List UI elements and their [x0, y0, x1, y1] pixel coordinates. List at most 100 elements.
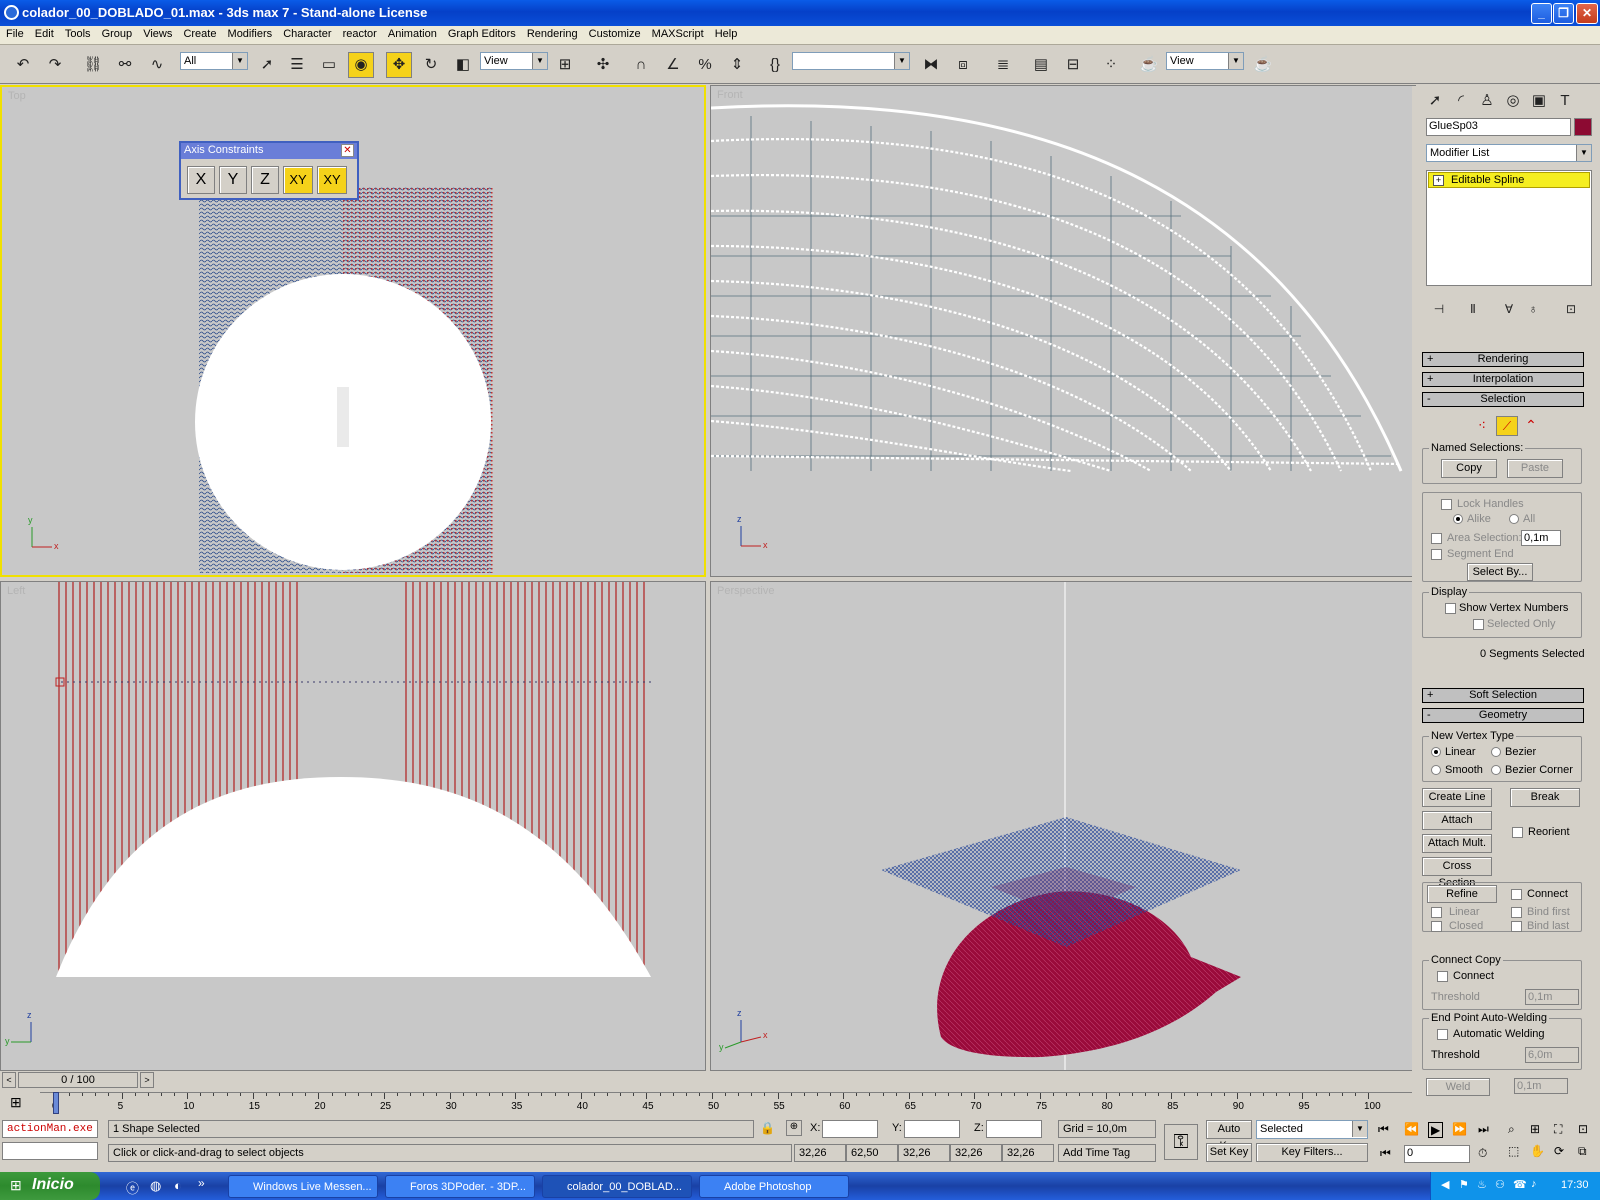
- angle-snap-icon[interactable]: ∠: [660, 52, 686, 78]
- maxscript-listener[interactable]: actionMan.exe: [2, 1120, 98, 1138]
- motion-tab-icon[interactable]: ◎: [1500, 88, 1526, 114]
- edit-named-selection-icon[interactable]: {}: [762, 52, 788, 78]
- trackbar-icon[interactable]: ⊞: [10, 1094, 32, 1114]
- vertex-level-icon[interactable]: ⁖: [1472, 418, 1492, 436]
- make-unique-icon[interactable]: ∀: [1496, 296, 1522, 322]
- curve-editor-icon[interactable]: ▤: [1028, 52, 1054, 78]
- selection-filter-dropdown[interactable]: All ▼: [180, 52, 248, 70]
- maximize-viewport-icon[interactable]: ⧉: [1578, 1144, 1587, 1159]
- unlink-icon[interactable]: ⚯: [112, 52, 138, 78]
- weld-button[interactable]: Weld: [1426, 1078, 1490, 1096]
- utilities-tab-icon[interactable]: T: [1552, 88, 1578, 114]
- show-end-result-icon[interactable]: Ⅱ: [1460, 296, 1486, 322]
- material-editor-icon[interactable]: ⁘: [1098, 52, 1124, 78]
- go-to-end-icon[interactable]: ⏭: [1478, 1122, 1489, 1137]
- zoom-extents-icon[interactable]: ⛶: [1554, 1122, 1562, 1137]
- time-marker[interactable]: [53, 1092, 59, 1114]
- select-object-icon[interactable]: ➚: [254, 52, 280, 78]
- region-zoom-icon[interactable]: ⬚: [1508, 1144, 1519, 1158]
- menu-tools[interactable]: Tools: [59, 26, 91, 40]
- key-filters-button[interactable]: Key Filters...: [1256, 1143, 1368, 1162]
- axis-xy-flyout-button[interactable]: XY: [317, 166, 347, 194]
- auto-key-button[interactable]: Auto Key: [1206, 1120, 1252, 1152]
- rectangular-selection-icon[interactable]: ▭: [316, 52, 342, 78]
- all-radio[interactable]: [1509, 514, 1519, 524]
- rollout-interpolation[interactable]: + Interpolation: [1422, 372, 1584, 387]
- window-crossing-icon[interactable]: ◉: [348, 52, 374, 78]
- connect-threshold-spinner[interactable]: 0,1m: [1525, 989, 1579, 1005]
- tray-icon-1[interactable]: ◀: [1441, 1178, 1449, 1191]
- bind-first-checkbox[interactable]: [1511, 907, 1522, 918]
- bind-last-checkbox[interactable]: [1511, 921, 1522, 932]
- modifier-stack[interactable]: + Editable Spline: [1426, 170, 1592, 286]
- layer-manager-icon[interactable]: ≣: [990, 52, 1016, 78]
- menu-character[interactable]: Character: [277, 26, 331, 40]
- menu-create[interactable]: Create: [177, 26, 216, 40]
- zoom-all-icon[interactable]: ⊞: [1530, 1122, 1540, 1136]
- segment-end-checkbox[interactable]: [1431, 549, 1442, 560]
- create-tab-icon[interactable]: ➚: [1422, 88, 1448, 114]
- zoom-extents-all-icon[interactable]: ⊡: [1578, 1122, 1588, 1136]
- bind-to-space-warp-icon[interactable]: ∿: [144, 52, 170, 78]
- break-button[interactable]: Break: [1510, 788, 1580, 807]
- next-frame-icon[interactable]: ⏩: [1452, 1122, 1467, 1136]
- time-slider[interactable]: 0 / 100: [18, 1072, 138, 1088]
- viewport-front[interactable]: Front z x: [710, 85, 1416, 577]
- percent-snap-icon[interactable]: %: [692, 52, 718, 78]
- current-frame-field[interactable]: 0: [1404, 1145, 1470, 1163]
- x-coordinate-field[interactable]: [822, 1120, 878, 1138]
- render-type-dropdown[interactable]: View ▼: [1166, 52, 1244, 70]
- reference-coordinate-dropdown[interactable]: View ▼: [480, 52, 548, 70]
- connect-copy-checkbox[interactable]: [1437, 971, 1448, 982]
- set-key-button[interactable]: Set Key: [1206, 1143, 1252, 1162]
- quick-render-icon[interactable]: ☕: [1250, 52, 1276, 78]
- weld-spinner[interactable]: 0,1m: [1514, 1078, 1568, 1094]
- tray-icon-3[interactable]: ♨: [1477, 1178, 1487, 1191]
- axis-xy-button[interactable]: XY: [283, 166, 313, 194]
- schematic-view-icon[interactable]: ⊟: [1060, 52, 1086, 78]
- task-photoshop[interactable]: Adobe Photoshop: [699, 1175, 849, 1198]
- axis-constraints-close-icon[interactable]: ✕: [341, 144, 354, 157]
- connect-checkbox[interactable]: [1511, 889, 1522, 900]
- stack-item-editable-spline[interactable]: + Editable Spline: [1428, 172, 1590, 188]
- lock-selection-icon[interactable]: 🔒: [760, 1121, 775, 1135]
- time-configuration-icon[interactable]: ⏱: [1478, 1146, 1487, 1161]
- refine-button[interactable]: Refine: [1427, 885, 1497, 903]
- menu-group[interactable]: Group: [96, 26, 133, 40]
- select-and-rotate-icon[interactable]: ↻: [418, 52, 444, 78]
- tray-icon-4[interactable]: ⚇: [1495, 1178, 1505, 1191]
- show-vertex-numbers-checkbox[interactable]: [1445, 603, 1456, 614]
- select-and-link-icon[interactable]: ⛓: [80, 52, 106, 78]
- select-and-scale-icon[interactable]: ◧: [450, 52, 476, 78]
- select-by-name-icon[interactable]: ☰: [284, 52, 310, 78]
- reorient-checkbox[interactable]: [1512, 827, 1523, 838]
- time-slider-right-icon[interactable]: >: [140, 1072, 154, 1088]
- modifier-list-dropdown[interactable]: Modifier List ▼: [1426, 144, 1592, 162]
- undo-icon[interactable]: ↶: [10, 52, 36, 78]
- z-coordinate-field[interactable]: [986, 1120, 1042, 1138]
- spinner-snap-icon[interactable]: ⇕: [724, 52, 750, 78]
- display-tab-icon[interactable]: ▣: [1526, 88, 1552, 114]
- menu-edit[interactable]: Edit: [29, 26, 54, 40]
- title-bar[interactable]: colador_00_DOBLADO_01.max - 3ds max 7 - …: [0, 0, 1600, 26]
- automatic-welding-checkbox[interactable]: [1437, 1029, 1448, 1040]
- set-key-icon[interactable]: ⚿: [1164, 1124, 1198, 1160]
- volume-icon[interactable]: ♪: [1531, 1178, 1537, 1190]
- remove-modifier-icon[interactable]: ♁: [1520, 296, 1546, 322]
- welding-threshold-spinner[interactable]: 6,0m: [1525, 1047, 1579, 1063]
- task-foros[interactable]: Foros 3DPoder. - 3DP...: [385, 1175, 535, 1198]
- snap-toggle-icon[interactable]: ∩: [628, 52, 654, 78]
- closed-checkbox[interactable]: [1431, 921, 1442, 932]
- y-coordinate-field[interactable]: [904, 1120, 960, 1138]
- expand-icon[interactable]: +: [1433, 175, 1444, 186]
- bezier-corner-radio[interactable]: [1491, 765, 1501, 775]
- rollout-soft-selection[interactable]: + Soft Selection: [1422, 688, 1584, 703]
- modify-tab-icon[interactable]: ◜: [1448, 88, 1474, 114]
- rollout-rendering[interactable]: + Rendering: [1422, 352, 1584, 367]
- task-messenger[interactable]: Windows Live Messen...: [228, 1175, 378, 1198]
- time-slider-left-icon[interactable]: <: [2, 1072, 16, 1088]
- attach-mult-button[interactable]: Attach Mult.: [1422, 834, 1492, 853]
- add-time-tag[interactable]: Add Time Tag: [1058, 1144, 1156, 1162]
- select-and-manipulate-icon[interactable]: ✣: [590, 52, 616, 78]
- key-mode-toggle-icon[interactable]: ⏮: [1380, 1146, 1391, 1161]
